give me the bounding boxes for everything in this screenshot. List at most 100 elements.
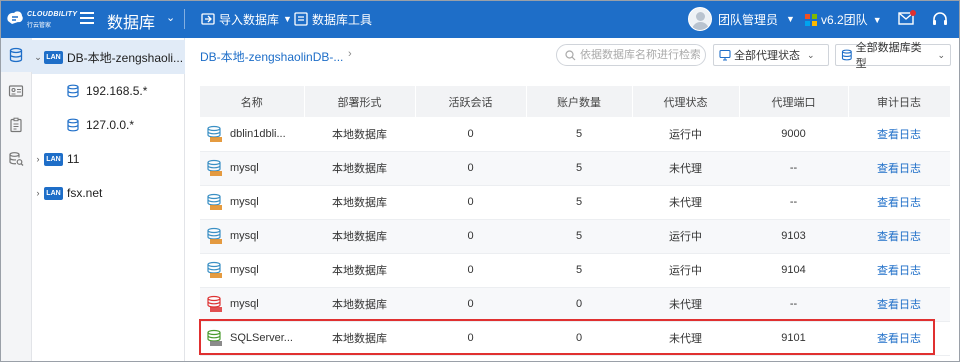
message-icon[interactable]	[897, 9, 917, 27]
mysql-database-icon	[207, 125, 222, 142]
windows-logo-icon	[805, 13, 817, 26]
tree-node-192[interactable]: 192.168.5.*	[32, 74, 185, 108]
divider	[184, 9, 185, 29]
mysql-database-icon	[207, 227, 222, 244]
column-header-sessions: 活跃会话	[415, 86, 527, 117]
search-input[interactable]	[580, 49, 700, 61]
search-box[interactable]	[556, 44, 706, 66]
view-log-link[interactable]: 查看日志	[877, 197, 921, 209]
table-row[interactable]: mysql 本地数据库 0 0 未代理 -- 查看日志	[200, 287, 950, 322]
tree-node-127[interactable]: 127.0.0.*	[32, 108, 185, 142]
cell-agent-status: 运行中	[632, 219, 739, 254]
import-database-label: 导入数据库	[219, 12, 280, 27]
cell-agent-status: 未代理	[632, 151, 739, 186]
chevron-down-icon[interactable]: ⌄	[166, 11, 175, 24]
menu-icon[interactable]	[80, 12, 94, 24]
chevron-down-icon[interactable]: ⌄	[32, 52, 44, 63]
nav-db-search[interactable]	[0, 142, 32, 176]
search-icon	[565, 49, 576, 60]
db-name: mysql	[230, 162, 259, 174]
chevron-down-icon: ⌄	[807, 49, 815, 60]
chevron-right-icon[interactable]: ›	[32, 154, 44, 164]
tree-node-db-local[interactable]: ⌄ LAN DB-本地-zengshaoli...	[32, 40, 185, 74]
cell-audit-log: 查看日志	[848, 151, 950, 186]
tree-node-11[interactable]: › LAN 11	[32, 142, 185, 176]
db-type-filter[interactable]: 全部数据库类型 ⌄	[835, 42, 951, 70]
view-log-link[interactable]: 查看日志	[877, 265, 921, 277]
database-tree: ⌄ LAN DB-本地-zengshaoli... 192.168.5.* 12…	[32, 38, 185, 362]
cell-agent-port: --	[739, 185, 848, 220]
cell-name[interactable]: mysql	[200, 185, 304, 220]
chevron-down-icon: ▼	[872, 14, 882, 25]
db-type-filter-label: 全部数据库类型	[855, 42, 922, 70]
agent-icon	[719, 49, 731, 61]
table-row[interactable]: mysql 本地数据库 0 5 未代理 -- 查看日志	[200, 185, 950, 220]
table-row[interactable]: mysql 本地数据库 0 5 未代理 -- 查看日志	[200, 151, 950, 186]
cell-accounts: 5	[526, 151, 632, 186]
tree-node-fsx[interactable]: › LAN fsx.net	[32, 176, 185, 210]
cell-name[interactable]: mysql	[200, 287, 304, 322]
cell-deploy: 本地数据库	[304, 151, 415, 186]
database-table: 名称 部署形式 活跃会话 账户数量 代理状态 代理端口 审计日志 dblin1d…	[200, 86, 951, 356]
column-header-agent-status: 代理状态	[632, 86, 740, 117]
cell-agent-port: --	[739, 151, 848, 186]
table-row[interactable]: mysql 本地数据库 0 5 运行中 9103 查看日志	[200, 219, 950, 254]
tree-node-label: 127.0.0.*	[86, 118, 135, 132]
cell-deploy: 本地数据库	[304, 117, 415, 152]
headset-icon[interactable]	[931, 10, 949, 28]
main-content: DB-本地-zengshaolinDB-... › 全部代理状态 ⌄ 全部数据库…	[186, 38, 960, 362]
cell-name[interactable]: mysql	[200, 151, 304, 186]
chevron-right-icon[interactable]: ›	[32, 188, 44, 198]
nav-database[interactable]	[0, 38, 32, 72]
mysql-database-icon	[207, 261, 222, 278]
view-log-link[interactable]: 查看日志	[877, 333, 921, 345]
avatar	[688, 7, 712, 31]
import-database-button[interactable]: 导入数据库 ▼	[201, 11, 292, 27]
cell-agent-port: 9000	[739, 117, 848, 152]
db-name: mysql	[230, 230, 259, 242]
cell-agent-status: 运行中	[632, 117, 739, 152]
agent-status-filter[interactable]: 全部代理状态 ⌄	[713, 44, 829, 66]
nav-accounts[interactable]	[0, 74, 32, 108]
breadcrumb[interactable]: DB-本地-zengshaolinDB-...	[200, 48, 343, 65]
column-header-accounts: 账户数量	[526, 86, 633, 117]
table-row[interactable]: dblin1dbli... 本地数据库 0 5 运行中 9000 查看日志	[200, 117, 950, 152]
cell-name[interactable]: SQLServer...	[200, 321, 304, 356]
chevron-down-icon: ⌄	[937, 49, 945, 60]
cell-accounts: 5	[526, 219, 632, 254]
database-icon	[841, 49, 852, 61]
cell-audit-log: 查看日志	[848, 287, 950, 322]
column-header-deploy: 部署形式	[304, 86, 416, 117]
view-log-link[interactable]: 查看日志	[877, 231, 921, 243]
tree-node-label: DB-本地-zengshaoli...	[67, 50, 184, 65]
cell-name[interactable]: mysql	[200, 253, 304, 288]
table-body: dblin1dbli... 本地数据库 0 5 运行中 9000 查看日志 mysql 本地数据…	[200, 117, 950, 356]
cell-name[interactable]: dblin1dbli...	[200, 117, 304, 152]
db-name: mysql	[230, 298, 259, 310]
cell-audit-log: 查看日志	[848, 253, 950, 288]
table-row[interactable]: mysql 本地数据库 0 5 运行中 9104 查看日志	[200, 253, 950, 288]
agent-status-filter-label: 全部代理状态	[734, 50, 800, 62]
id-card-icon	[8, 85, 24, 97]
db-name: mysql	[230, 196, 259, 208]
app-title: 数据库	[107, 15, 156, 32]
mysql-database-icon	[207, 193, 222, 210]
cell-agent-port: --	[739, 287, 848, 322]
view-log-link[interactable]: 查看日志	[877, 163, 921, 175]
cell-name[interactable]: mysql	[200, 219, 304, 254]
db-name: mysql	[230, 264, 259, 276]
column-header-agent-port: 代理端口	[739, 86, 849, 117]
left-icon-nav	[0, 38, 32, 362]
cell-accounts: 5	[526, 117, 632, 152]
cell-accounts: 0	[526, 321, 632, 356]
column-header-audit-log: 审计日志	[848, 86, 951, 117]
lan-badge: LAN	[44, 186, 63, 200]
view-log-link[interactable]: 查看日志	[877, 129, 921, 141]
table-row[interactable]: SQLServer... 本地数据库 0 0 未代理 9101 查看日志	[200, 321, 950, 356]
tree-node-label: 192.168.5.*	[86, 84, 148, 98]
database-tools-button[interactable]: 数据库工具	[294, 11, 372, 27]
nav-audit[interactable]	[0, 108, 32, 142]
version-menu[interactable]: v6.2团队 ▼	[805, 11, 882, 28]
view-log-link[interactable]: 查看日志	[877, 299, 921, 311]
user-menu[interactable]: 团队管理员 ▼	[688, 6, 795, 32]
